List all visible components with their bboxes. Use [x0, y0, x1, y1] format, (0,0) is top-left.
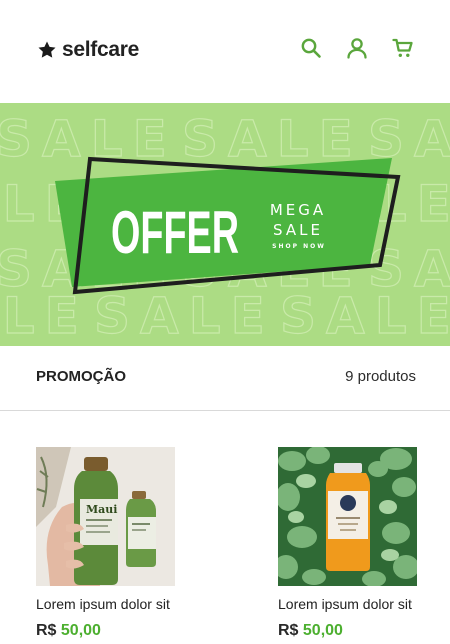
- product-image[interactable]: Maui: [36, 447, 175, 586]
- brand-name: selfcare: [62, 38, 139, 61]
- price-currency: R$: [36, 622, 57, 639]
- cart-icon[interactable]: [391, 36, 415, 60]
- product-card[interactable]: Maui Lorem ipsum dolor sit R$ 50,00: [36, 447, 176, 640]
- banner-subtitle-1: MEGA: [270, 201, 326, 219]
- banner-subtitle-2: SALE: [273, 221, 323, 239]
- product-card[interactable]: Lorem ipsum dolor sit R$ 50,00: [278, 447, 418, 640]
- banner-cta: SHOP NOW: [272, 243, 326, 250]
- product-image[interactable]: [278, 447, 417, 586]
- banner-graphic: SALE SALE SALE SALE SALE SALE SALE SALE …: [0, 109, 450, 345]
- product-name[interactable]: Lorem ipsum dolor sit: [36, 596, 176, 612]
- search-icon[interactable]: [299, 36, 323, 60]
- svg-text:SALE: SALE: [0, 287, 89, 345]
- category-title: PROMOÇÃO: [36, 368, 126, 385]
- price-value: 50,00: [302, 622, 343, 639]
- category-header: PROMOÇÃO 9 produtos: [0, 346, 450, 411]
- product-count: 9 produtos: [345, 368, 416, 385]
- svg-text:Maui: Maui: [86, 503, 117, 516]
- price-value: 50,00: [60, 622, 101, 639]
- header-actions: [299, 36, 415, 60]
- star-icon: [38, 41, 56, 58]
- svg-text:SALE: SALE: [94, 287, 275, 345]
- brand-logo[interactable]: selfcare: [37, 37, 139, 63]
- product-price: R$ 50,00: [36, 622, 176, 640]
- header: selfcare: [0, 0, 450, 103]
- product-name[interactable]: Lorem ipsum dolor sit: [278, 596, 418, 612]
- price-currency: R$: [278, 622, 299, 639]
- svg-text:SALE: SALE: [280, 287, 450, 345]
- promo-banner[interactable]: SALE SALE SALE SALE SALE SALE SALE SALE …: [0, 103, 450, 346]
- svg-text:SALE: SALE: [182, 110, 363, 168]
- product-price: R$ 50,00: [278, 622, 418, 640]
- user-icon[interactable]: [345, 36, 369, 60]
- banner-headline: OFFER: [111, 199, 239, 266]
